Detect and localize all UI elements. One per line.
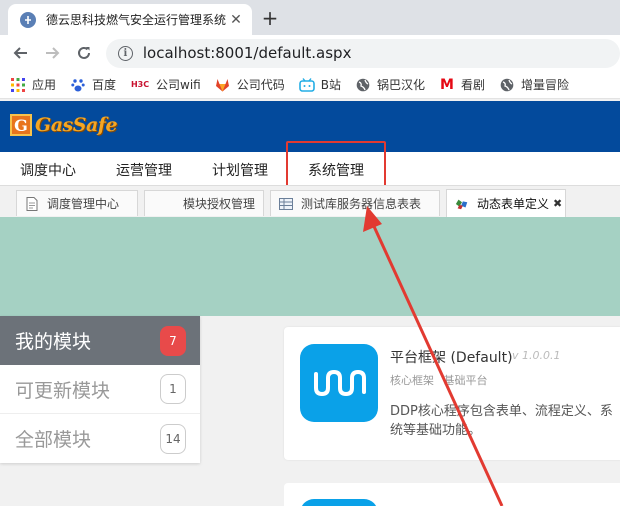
info-icon[interactable]: i bbox=[117, 45, 133, 61]
close-subtab-icon[interactable]: ✖ bbox=[553, 197, 562, 210]
baidu-paw-icon bbox=[70, 77, 86, 93]
subtab-label: 模块授权管理 bbox=[183, 197, 256, 211]
subtab-test-db-servers[interactable]: 测试库服务器信息表表 bbox=[270, 190, 440, 216]
module-logo-icon bbox=[300, 499, 378, 506]
subtab-module-authorization[interactable]: 模块授权管理 bbox=[144, 190, 264, 216]
menu-item-dispatch-center[interactable]: 调度中心 bbox=[20, 160, 76, 180]
side-item-label: 可更新模块 bbox=[15, 379, 111, 402]
logo-badge: G bbox=[10, 114, 32, 136]
subtab-dispatch-center[interactable]: 调度管理中心 bbox=[16, 190, 138, 216]
teal-banner bbox=[0, 217, 620, 316]
side-item-label: 我的模块 bbox=[15, 331, 92, 353]
bookmark-label: 看剧 bbox=[461, 78, 486, 92]
address-bar[interactable]: i localhost:8001/default.aspx bbox=[105, 38, 620, 68]
bookmark-label: 应用 bbox=[32, 78, 57, 92]
menu-item-operations[interactable]: 运营管理 bbox=[116, 160, 172, 180]
bookmark-baidu[interactable]: 百度 bbox=[70, 76, 116, 93]
bookmark-label: 锅巴汉化 bbox=[377, 78, 426, 92]
bookmark-label: B站 bbox=[320, 78, 341, 92]
bookmark-guoba[interactable]: 锅巴汉化 bbox=[355, 76, 425, 93]
globe-icon bbox=[499, 77, 515, 93]
logo-text: GasSafe bbox=[35, 114, 118, 136]
bookmark-company-code[interactable]: 公司代码 bbox=[215, 76, 285, 93]
count-badge: 14 bbox=[160, 423, 186, 454]
gitlab-icon bbox=[215, 77, 231, 93]
tab-title: 德云思科技燃气安全运行管理系统 bbox=[46, 13, 227, 27]
site-favicon-icon bbox=[20, 11, 36, 28]
module-tag: 核心框架 bbox=[390, 374, 434, 387]
side-item-label: 全部模块 bbox=[15, 429, 92, 451]
subtab-label: 测试库服务器信息表表 bbox=[301, 197, 422, 211]
sub-tab-strip: 调度管理中心 模块授权管理 测试库服务器信息表表 动态表单定义 ✖ bbox=[0, 185, 620, 217]
back-arrow-icon[interactable] bbox=[5, 37, 37, 69]
subtab-label: 动态表单定义 bbox=[477, 197, 550, 211]
side-item-updatable-modules[interactable]: 可更新模块 1 bbox=[0, 365, 200, 414]
bookmarks-bar: 应用 百度 H3C 公司wifi 公司代码 B站 锅巴汉化 M 看剧 增量冒险 bbox=[0, 71, 620, 99]
bookmark-watch-drama[interactable]: M 看剧 bbox=[439, 76, 485, 93]
bookmark-label: 公司代码 bbox=[236, 78, 285, 92]
h3c-logo-icon: H3C bbox=[130, 80, 150, 89]
side-item-my-modules[interactable]: 我的模块 7 bbox=[0, 316, 200, 365]
close-tab-icon[interactable]: ✕ bbox=[228, 12, 244, 28]
module-tag: 基础平台 bbox=[443, 374, 488, 387]
new-tab-icon[interactable]: + bbox=[258, 6, 282, 30]
bookmark-increment-adventure[interactable]: 增量冒险 bbox=[499, 76, 569, 93]
module-tags: 核心框架 基础平台 bbox=[390, 372, 494, 388]
table-grid-icon bbox=[279, 197, 293, 211]
bookmark-apps[interactable]: 应用 bbox=[10, 76, 56, 93]
bookmark-company-wifi[interactable]: H3C 公司wifi bbox=[130, 76, 201, 93]
side-item-all-modules[interactable]: 全部模块 14 bbox=[0, 414, 200, 463]
module-description: DDP核心程序包含表单、流程定义、系统等基础功能。 bbox=[390, 404, 613, 438]
browser-toolbar: i localhost:8001/default.aspx bbox=[0, 35, 620, 71]
menu-item-planning[interactable]: 计划管理 bbox=[212, 160, 268, 180]
m-logo-icon: M bbox=[440, 76, 454, 93]
module-title: 平台框架 (Default) bbox=[390, 350, 513, 366]
reload-icon[interactable] bbox=[68, 37, 100, 69]
bookmark-label: 百度 bbox=[92, 78, 117, 92]
module-logo-icon bbox=[300, 344, 378, 422]
bookmark-label: 增量冒险 bbox=[521, 78, 570, 92]
globe-icon bbox=[355, 77, 371, 93]
blank-tab-icon bbox=[153, 197, 167, 211]
module-side-menu: 我的模块 7 可更新模块 1 全部模块 14 bbox=[0, 316, 200, 463]
count-badge: 1 bbox=[160, 374, 186, 404]
count-badge: 7 bbox=[160, 325, 186, 356]
module-version: v 1.0.0.1 bbox=[512, 349, 561, 362]
apps-grid-icon bbox=[10, 77, 26, 93]
url-text: localhost:8001/default.aspx bbox=[142, 44, 352, 62]
browser-tab-strip: 德云思科技燃气安全运行管理系统 ✕ + bbox=[0, 0, 620, 35]
bilibili-tv-icon bbox=[298, 77, 315, 93]
gassafe-logo: G GasSafe bbox=[10, 114, 118, 136]
gems-icon bbox=[455, 197, 469, 211]
annotation-highlight-box bbox=[286, 141, 386, 191]
bookmark-label: 公司wifi bbox=[156, 78, 201, 92]
subtab-label: 调度管理中心 bbox=[47, 197, 120, 211]
document-icon bbox=[25, 196, 39, 211]
bookmark-bilibili[interactable]: B站 bbox=[298, 76, 341, 93]
subtab-dynamic-form-definition[interactable]: 动态表单定义 ✖ bbox=[446, 189, 566, 217]
browser-tab[interactable]: 德云思科技燃气安全运行管理系统 ✕ bbox=[8, 4, 252, 35]
forward-arrow-icon[interactable] bbox=[37, 37, 69, 69]
